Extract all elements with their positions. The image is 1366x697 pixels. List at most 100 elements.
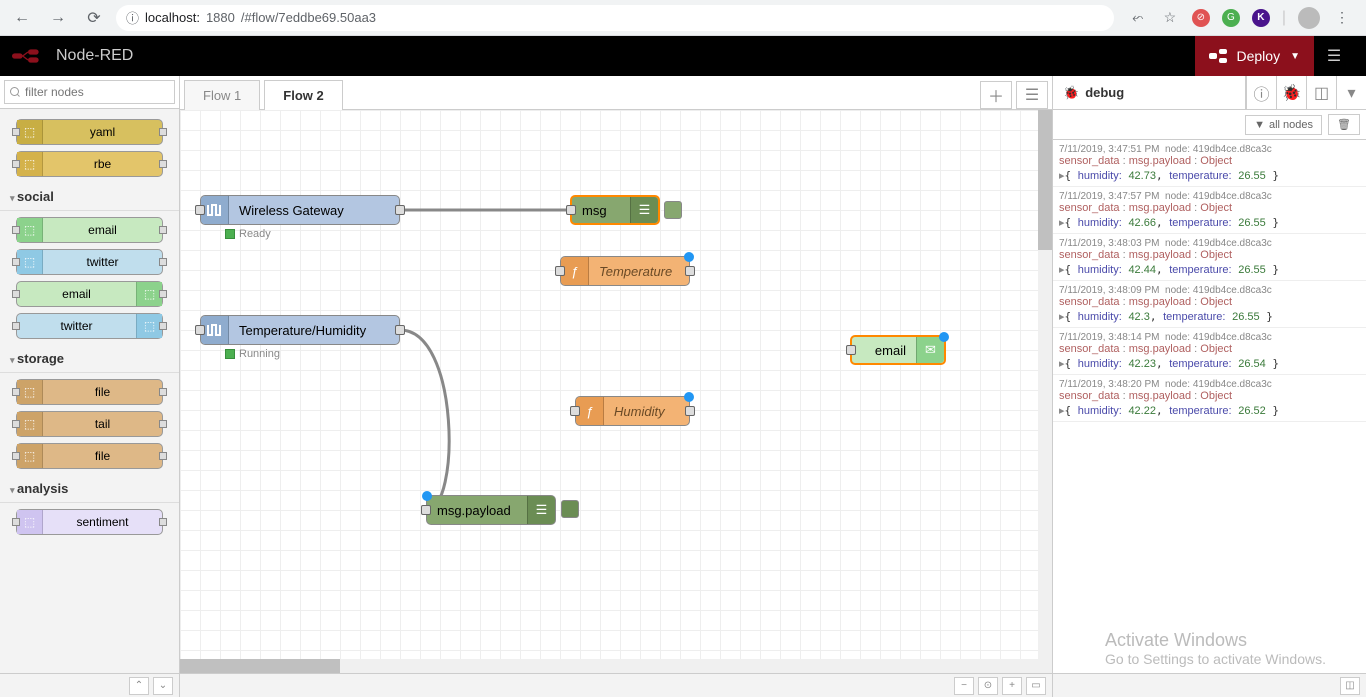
palette-node-file[interactable]: ⬚file (16, 379, 163, 405)
debug-message[interactable]: 7/11/2019, 3:48:03 PM node: 419db4ce.d8c… (1053, 234, 1366, 281)
tab-dashboard-button[interactable]: ◫ (1306, 76, 1336, 109)
node-msg-debug[interactable]: msg ☰ (570, 195, 660, 225)
node-port[interactable] (566, 205, 576, 215)
node-port[interactable] (195, 325, 205, 335)
expand-icon[interactable]: ▸ (1059, 217, 1065, 229)
category-social[interactable]: social (0, 183, 179, 211)
node-port[interactable] (395, 325, 405, 335)
zoom-out-button[interactable]: − (954, 677, 974, 695)
expand-icon[interactable]: ▸ (1059, 264, 1065, 276)
node-label: email (17, 287, 136, 301)
category-analysis[interactable]: analysis (0, 475, 179, 503)
expand-icon[interactable]: ▸ (1059, 170, 1065, 182)
debug-toggle[interactable] (561, 500, 579, 518)
timestamp: 7/11/2019, 3:48:20 PM (1059, 379, 1159, 390)
list-flows-button[interactable]: ☰ (1016, 81, 1048, 109)
forward-button[interactable]: → (44, 4, 72, 32)
debug-message[interactable]: 7/11/2019, 3:47:57 PM node: 419db4ce.d8c… (1053, 187, 1366, 234)
main-menu-button[interactable]: ☰ (1314, 36, 1354, 76)
palette-node-yaml[interactable]: ⬚yaml (16, 119, 163, 145)
palette-node-rbe[interactable]: ⬚rbe (16, 151, 163, 177)
node-label: twitter (43, 255, 162, 269)
palette-node-twitter[interactable]: twitter⬚ (16, 313, 163, 339)
palette-collapse-button[interactable]: ⌃ (129, 677, 149, 695)
palette-node-sentiment[interactable]: ⬚sentiment (16, 509, 163, 535)
bookmark-icon[interactable]: ☆ (1160, 8, 1180, 28)
debug-message[interactable]: 7/11/2019, 3:47:51 PM node: 419db4ce.d8c… (1053, 140, 1366, 187)
palette-node-twitter[interactable]: ⬚twitter (16, 249, 163, 275)
node-port[interactable] (846, 345, 856, 355)
canvas-scrollbar-h[interactable] (180, 659, 1038, 673)
tab-flow-2[interactable]: Flow 2 (264, 80, 342, 110)
view-map-button[interactable]: ▭ (1026, 677, 1046, 695)
tab-info-button[interactable]: ⓘ (1246, 76, 1276, 109)
tab-menu-button[interactable]: ▾ (1336, 76, 1366, 109)
node-port[interactable] (685, 266, 695, 276)
debug-message[interactable]: 7/11/2019, 3:48:14 PM node: 419db4ce.d8c… (1053, 328, 1366, 375)
open-window-button[interactable]: ◫ (1340, 677, 1360, 695)
extension-2-icon[interactable]: G (1222, 9, 1240, 27)
timestamp: 7/11/2019, 3:48:14 PM (1059, 332, 1159, 343)
debug-toggle[interactable] (664, 201, 682, 219)
expand-icon[interactable]: ▸ (1059, 405, 1065, 417)
palette-node-tail[interactable]: ⬚tail (16, 411, 163, 437)
node-temp-humidity[interactable]: Temperature/Humidity Running (200, 315, 400, 345)
node-label: rbe (43, 157, 162, 171)
filter-label: all nodes (1269, 119, 1313, 131)
canvas-scrollbar-v[interactable] (1038, 110, 1052, 673)
zoom-in-button[interactable]: + (1002, 677, 1022, 695)
tab-debug-button[interactable]: 🐞 (1276, 76, 1306, 109)
debug-message[interactable]: 7/11/2019, 3:48:09 PM node: 419db4ce.d8c… (1053, 281, 1366, 328)
clear-debug-button[interactable]: 🗑 (1328, 114, 1360, 135)
footer: ⌃ ⌄ − ⊙ + ▭ ◫ (0, 673, 1366, 697)
back-button[interactable]: ← (8, 4, 36, 32)
add-flow-button[interactable]: ＋ (980, 81, 1012, 109)
deploy-button[interactable]: Deploy ▼ (1194, 36, 1315, 76)
node-port[interactable] (570, 406, 580, 416)
profile-avatar[interactable] (1298, 7, 1320, 29)
zoom-reset-button[interactable]: ⊙ (978, 677, 998, 695)
info-icon: ⓘ (126, 8, 139, 27)
node-email[interactable]: email ✉ (850, 335, 946, 365)
node-msg-payload-debug[interactable]: msg.payload ☰ (426, 495, 556, 525)
type: Object (1200, 390, 1232, 402)
flow-canvas[interactable]: Wireless Gateway Ready msg ☰ ƒ Temperatu… (180, 110, 1052, 673)
timestamp: 7/11/2019, 3:47:51 PM (1059, 144, 1159, 155)
palette-node-email[interactable]: email⬚ (16, 281, 163, 307)
palette-expand-button[interactable]: ⌄ (153, 677, 173, 695)
divider: | (1282, 9, 1286, 27)
filter-button[interactable]: ▼ all nodes (1245, 115, 1322, 135)
node-icon: ⬚ (17, 444, 43, 468)
expand-icon[interactable]: ▸ (1059, 311, 1065, 323)
node-humidity-function[interactable]: ƒ Humidity (575, 396, 690, 426)
debug-message-list[interactable]: 7/11/2019, 3:47:51 PM node: 419db4ce.d8c… (1053, 140, 1366, 673)
palette-node-file[interactable]: ⬚file (16, 443, 163, 469)
debug-message[interactable]: 7/11/2019, 3:48:20 PM node: 419db4ce.d8c… (1053, 375, 1366, 422)
key-icon[interactable]: ⬿ (1128, 8, 1148, 28)
node-port[interactable] (685, 406, 695, 416)
node-label: sentiment (43, 515, 162, 529)
node-wireless-gateway[interactable]: Wireless Gateway Ready (200, 195, 400, 225)
filter-input[interactable] (4, 80, 175, 104)
deploy-icon (1209, 49, 1227, 63)
node-id: node: 419db4ce.d8ca3c (1165, 332, 1272, 343)
expand-icon[interactable]: ▸ (1059, 358, 1065, 370)
extension-3-icon[interactable]: K (1252, 9, 1270, 27)
node-temperature-function[interactable]: ƒ Temperature (560, 256, 690, 286)
extension-1-icon[interactable]: ⊘ (1192, 9, 1210, 27)
palette-scroll[interactable]: ⬚yaml⬚rbe social ⬚email⬚twitteremail⬚twi… (0, 109, 179, 673)
tab-debug[interactable]: 🐞 debug (1053, 76, 1246, 109)
palette-node-email[interactable]: ⬚email (16, 217, 163, 243)
node-port[interactable] (395, 205, 405, 215)
node-port[interactable] (195, 205, 205, 215)
browser-menu-icon[interactable]: ⋮ (1332, 8, 1352, 28)
node-port[interactable] (421, 505, 431, 515)
category-storage[interactable]: storage (0, 345, 179, 373)
sidebar-tabs: 🐞 debug ⓘ 🐞 ◫ ▾ (1053, 76, 1366, 110)
topic: sensor_data (1059, 390, 1120, 402)
node-port[interactable] (555, 266, 565, 276)
tab-flow-1[interactable]: Flow 1 (184, 80, 260, 110)
reload-button[interactable]: ⟳ (80, 4, 108, 32)
node-label: Temperature (589, 264, 689, 279)
url-bar[interactable]: ⓘ localhost:1880/#flow/7eddbe69.50aa3 (116, 5, 1114, 31)
